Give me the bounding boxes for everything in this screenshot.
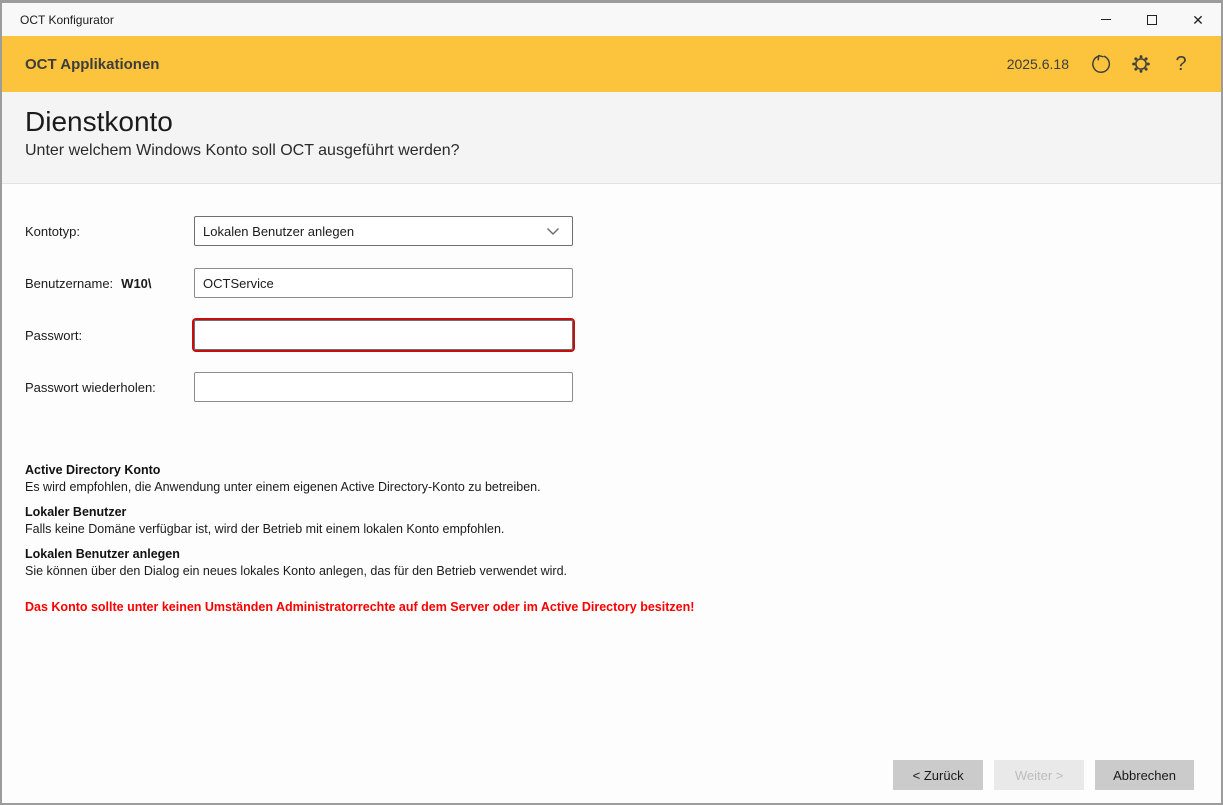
- admin-rights-warning: Das Konto sollte unter keinen Umständen …: [25, 600, 1221, 614]
- window-title: OCT Konfigurator: [2, 13, 1083, 27]
- settings-button[interactable]: [1121, 44, 1161, 84]
- info-group-lokalen-benutzer-anlegen: Lokalen Benutzer anlegen Sie können über…: [25, 546, 1221, 579]
- kontotyp-selected-value: Lokalen Benutzer anlegen: [203, 224, 354, 239]
- info-title: Lokaler Benutzer: [25, 504, 1221, 521]
- maximize-button[interactable]: [1129, 3, 1175, 36]
- page-subtitle: Unter welchem Windows Konto soll OCT aus…: [25, 142, 1221, 160]
- close-button[interactable]: ✕: [1175, 3, 1221, 36]
- info-text: Es wird empfohlen, die Anwendung unter e…: [25, 479, 1221, 495]
- info-block: Active Directory Konto Es wird empfohlen…: [25, 462, 1221, 614]
- page-header: Dienstkonto Unter welchem Windows Konto …: [2, 92, 1221, 184]
- passwort-label: Passwort:: [25, 328, 194, 343]
- next-button[interactable]: Weiter >: [994, 760, 1084, 790]
- info-text: Falls keine Domäne verfügbar ist, wird d…: [25, 521, 1221, 537]
- content-area: Kontotyp: Lokalen Benutzer anlegen Benut…: [2, 184, 1221, 803]
- info-group-active-directory: Active Directory Konto Es wird empfohlen…: [25, 462, 1221, 495]
- benutzername-label: Benutzername: W10\: [25, 276, 194, 291]
- form-row-passwort-wiederholen: Passwort wiederholen:: [25, 372, 1221, 402]
- benutzername-label-text: Benutzername:: [25, 276, 113, 291]
- app-header: OCT Applikationen 2025.6.18 ?: [2, 36, 1221, 92]
- form-row-kontotyp: Kontotyp: Lokalen Benutzer anlegen: [25, 216, 1221, 246]
- chevron-down-icon: [546, 227, 560, 236]
- info-title: Active Directory Konto: [25, 462, 1221, 479]
- window-controls: ✕: [1083, 3, 1221, 36]
- kontotyp-dropdown[interactable]: Lokalen Benutzer anlegen: [194, 216, 573, 246]
- refresh-icon: [1090, 53, 1112, 75]
- minimize-button[interactable]: [1083, 3, 1129, 36]
- refresh-button[interactable]: [1081, 44, 1121, 84]
- version-label: 2025.6.18: [1007, 56, 1069, 72]
- back-button[interactable]: < Zurück: [893, 760, 983, 790]
- domain-prefix: W10\: [121, 276, 151, 291]
- passwort-wiederholen-input[interactable]: [194, 372, 573, 402]
- page-title: Dienstkonto: [25, 106, 1221, 138]
- kontotyp-label: Kontotyp:: [25, 224, 194, 239]
- gear-icon: [1130, 53, 1152, 75]
- app-window: OCT Konfigurator ✕ OCT Applikationen 202…: [0, 0, 1223, 805]
- close-icon: ✕: [1192, 13, 1204, 27]
- info-title: Lokalen Benutzer anlegen: [25, 546, 1221, 563]
- help-button[interactable]: ?: [1161, 44, 1201, 84]
- titlebar: OCT Konfigurator ✕: [2, 3, 1221, 36]
- form-row-benutzername: Benutzername: W10\: [25, 268, 1221, 298]
- passwort-wiederholen-label: Passwort wiederholen:: [25, 380, 194, 395]
- benutzername-input[interactable]: [194, 268, 573, 298]
- form-row-passwort: Passwort:: [25, 320, 1221, 350]
- minimize-icon: [1101, 19, 1111, 20]
- wizard-navigation: < Zurück Weiter > Abbrechen: [893, 760, 1194, 790]
- info-group-lokaler-benutzer: Lokaler Benutzer Falls keine Domäne verf…: [25, 504, 1221, 537]
- info-text: Sie können über den Dialog ein neues lok…: [25, 563, 1221, 579]
- app-title: OCT Applikationen: [25, 56, 1007, 73]
- maximize-icon: [1147, 15, 1157, 25]
- help-icon: ?: [1175, 53, 1186, 76]
- cancel-button[interactable]: Abbrechen: [1095, 760, 1194, 790]
- passwort-input[interactable]: [194, 320, 573, 350]
